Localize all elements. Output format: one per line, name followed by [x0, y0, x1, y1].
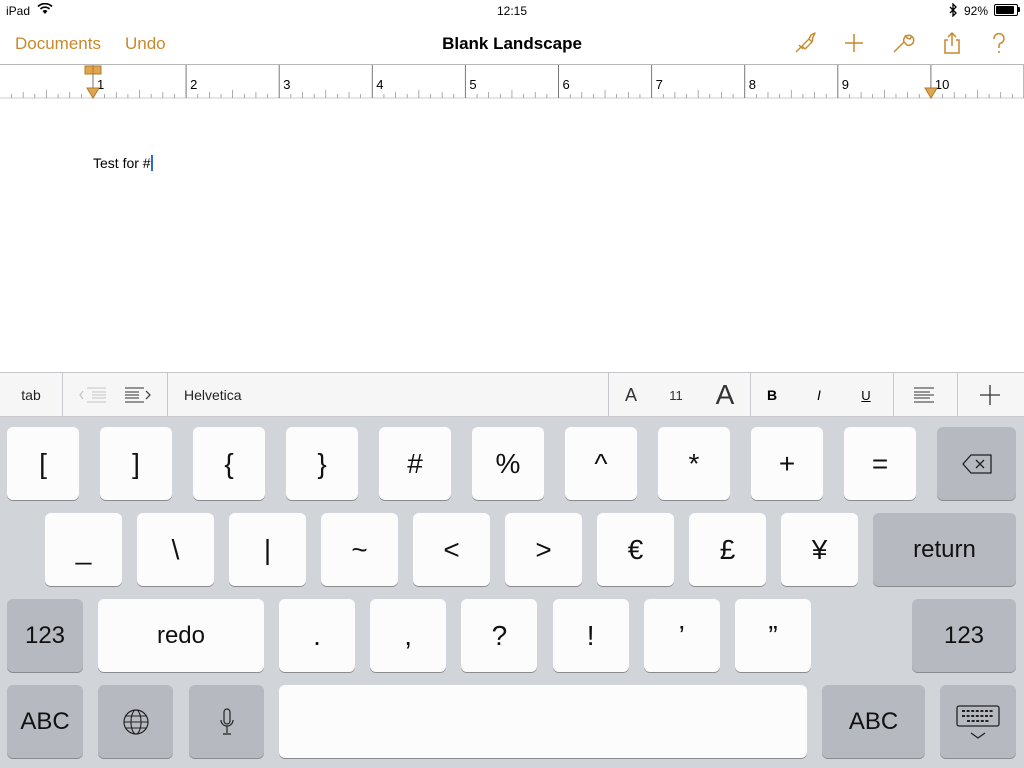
- ruler-label: 6: [562, 77, 570, 92]
- key-row3-2[interactable]: ?: [461, 599, 538, 672]
- key-row2-2[interactable]: |: [229, 513, 306, 586]
- plus-icon[interactable]: [841, 30, 867, 56]
- ruler-label: 4: [376, 77, 384, 92]
- status-bar: iPad 12:15 92%: [0, 0, 1024, 22]
- key-row2-8[interactable]: ¥: [781, 513, 858, 586]
- delete-key[interactable]: [937, 427, 1016, 500]
- increase-font-size-button[interactable]: A: [704, 373, 746, 417]
- key-row2-1[interactable]: \: [137, 513, 214, 586]
- document-text[interactable]: Test for #: [93, 155, 153, 171]
- battery-nub: [1018, 7, 1020, 12]
- indent-icon[interactable]: [118, 373, 154, 417]
- ruler[interactable]: 1 2 3 4 5 6 7 8 9 10: [0, 64, 1024, 101]
- decrease-font-size-button[interactable]: A: [614, 373, 648, 417]
- dismiss-keyboard-icon[interactable]: [940, 685, 1016, 758]
- key-row1-7[interactable]: *: [658, 427, 730, 500]
- text-caret: [150, 155, 153, 171]
- divider: [750, 373, 751, 417]
- numbers-key-right[interactable]: 123: [912, 599, 1016, 672]
- document-text-content: Test for #: [93, 155, 151, 171]
- key-row3-3[interactable]: !: [552, 599, 629, 672]
- status-time: 12:15: [496, 4, 528, 18]
- divider: [62, 373, 63, 417]
- ruler-label: 9: [841, 77, 850, 92]
- key-row2-0[interactable]: _: [45, 513, 122, 586]
- share-icon[interactable]: [939, 30, 965, 56]
- key-row3-4[interactable]: ’: [643, 599, 720, 672]
- return-key[interactable]: return: [873, 513, 1016, 586]
- divider: [167, 373, 168, 417]
- left-indent-marker[interactable]: [84, 65, 104, 99]
- insert-plus-icon[interactable]: [970, 373, 1010, 417]
- redo-key[interactable]: redo: [98, 599, 264, 672]
- key-row2-4[interactable]: <: [413, 513, 490, 586]
- divider: [893, 373, 894, 417]
- key-row2-6[interactable]: €: [597, 513, 674, 586]
- ruler-label: 2: [190, 77, 198, 92]
- page-title: Blank Landscape: [442, 34, 582, 53]
- ruler-label: 7: [655, 77, 663, 92]
- key-row1-2[interactable]: {: [193, 427, 265, 500]
- key-row3-1[interactable]: ,: [370, 599, 447, 672]
- right-indent-marker[interactable]: [922, 65, 942, 99]
- key-row1-3[interactable]: }: [286, 427, 358, 500]
- abc-key-left[interactable]: ABC: [7, 685, 83, 758]
- keyboard: [] {} #% ^ * + = _ \ | ~ < > € £ ¥ return 123 redo .,?…: [0, 417, 1024, 768]
- key-row1-9[interactable]: =: [844, 427, 916, 500]
- globe-icon[interactable]: [98, 685, 173, 758]
- key-row1-8[interactable]: +: [751, 427, 823, 500]
- document-canvas[interactable]: Test for #: [0, 100, 1024, 372]
- tab-button[interactable]: tab: [0, 373, 62, 417]
- bluetooth-icon: [948, 2, 958, 18]
- key-row3-5[interactable]: ”: [735, 599, 811, 672]
- font-size-value[interactable]: 11: [656, 373, 696, 417]
- numbers-key-left[interactable]: 123: [7, 599, 83, 672]
- abc-key-right[interactable]: ABC: [822, 685, 925, 758]
- key-row2-5[interactable]: >: [505, 513, 582, 586]
- ruler-ticks: [0, 65, 1024, 99]
- outdent-icon[interactable]: [75, 373, 111, 417]
- ruler-label: 3: [283, 77, 291, 92]
- ruler-label: 8: [748, 77, 756, 92]
- key-row1-6[interactable]: ^: [565, 427, 637, 500]
- help-icon[interactable]: [986, 30, 1012, 56]
- key-row1-1[interactable]: ]: [100, 427, 172, 500]
- key-row2-7[interactable]: £: [689, 513, 766, 586]
- wrench-icon[interactable]: [890, 30, 916, 56]
- divider: [608, 373, 609, 417]
- format-bar: tab Helvetica A 11 A B I U: [0, 372, 1024, 417]
- paintbrush-icon[interactable]: [792, 30, 818, 56]
- key-row1-5[interactable]: %: [472, 427, 544, 500]
- navigation-bar: Documents Undo Blank Landscape: [0, 22, 1024, 64]
- key-row1-0[interactable]: [: [7, 427, 79, 500]
- underline-button[interactable]: U: [850, 373, 882, 417]
- key-row3-0[interactable]: .: [279, 599, 355, 672]
- ruler-label: 5: [469, 77, 477, 92]
- bold-button[interactable]: B: [756, 373, 788, 417]
- key-row2-3[interactable]: ~: [321, 513, 398, 586]
- battery-icon: [994, 4, 1018, 16]
- space-bar[interactable]: [279, 685, 807, 758]
- key-row1-4[interactable]: #: [379, 427, 451, 500]
- align-left-icon[interactable]: [905, 373, 943, 417]
- font-name-button[interactable]: Helvetica: [184, 373, 242, 417]
- battery-percent: 92%: [964, 4, 989, 18]
- microphone-icon[interactable]: [189, 685, 264, 758]
- divider: [957, 373, 958, 417]
- italic-button[interactable]: I: [803, 373, 835, 417]
